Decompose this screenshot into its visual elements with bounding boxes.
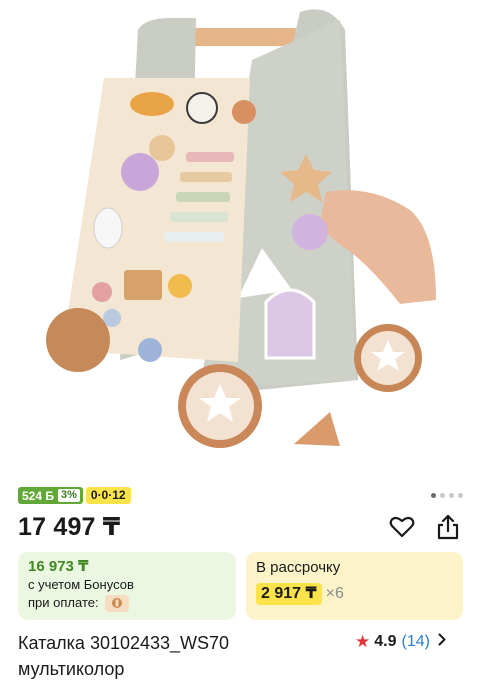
bonus-price-amount: 16 973 ₸	[28, 558, 89, 575]
bonus-price-note-2: при оплате:	[28, 595, 99, 610]
wallet-icon	[104, 594, 129, 612]
product-title: Каталка 30102433_WS70 мультиколор	[18, 633, 230, 679]
promo-badges: 524 Б 3% 0·0·12	[18, 487, 131, 504]
gallery-pagination	[431, 493, 463, 498]
bonus-price-note: с учетом Бонусов	[28, 577, 134, 592]
installment-label: В рассрочку	[256, 559, 341, 576]
reviews-count[interactable]: (14)	[402, 633, 430, 651]
bonus-badge: 524 Б 3%	[18, 487, 83, 504]
bonus-price-card[interactable]: 16 973 ₸ с учетом Бонусов при оплате:	[18, 552, 236, 620]
bonus-badge-percent: 3%	[57, 489, 80, 502]
gallery-dot[interactable]	[458, 493, 463, 498]
walker-illustration	[46, 9, 436, 448]
rating-summary[interactable]: ★ 4.9 (14)	[355, 632, 446, 652]
bonus-badge-value: 524 Б	[22, 488, 54, 503]
star-icon: ★	[355, 632, 371, 651]
installment-badge: 0·0·12	[85, 487, 131, 504]
installment-card[interactable]: В рассрочку 2 917 ₸ ×6	[246, 552, 463, 620]
installment-multiplier: ×6	[325, 585, 344, 602]
installment-monthly: 2 917 ₸	[256, 583, 322, 605]
share-icon[interactable]	[434, 513, 462, 541]
heart-icon[interactable]	[388, 513, 416, 541]
product-image[interactable]	[0, 0, 481, 478]
product-price: 17 497 ₸	[18, 513, 121, 541]
gallery-dot[interactable]	[449, 493, 454, 498]
gallery-dot[interactable]	[431, 493, 436, 498]
gallery-dot[interactable]	[440, 493, 445, 498]
chevron-right-icon[interactable]	[438, 633, 446, 651]
rating-score: 4.9	[374, 633, 397, 650]
